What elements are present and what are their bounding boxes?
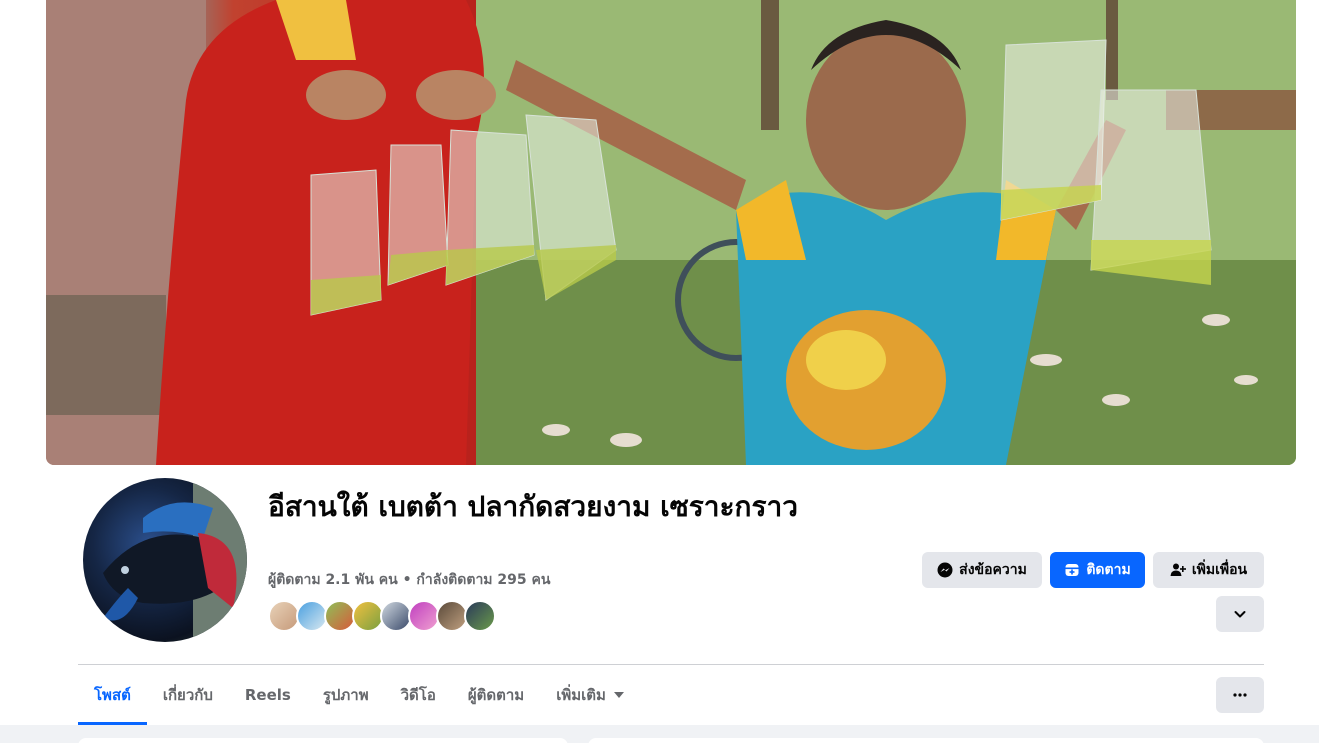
- cover-photo[interactable]: [46, 0, 1296, 465]
- messenger-icon: [937, 562, 953, 578]
- tab-label: เกี่ยวกับ: [162, 686, 213, 704]
- cover-photo-illustration: [46, 0, 1296, 465]
- tab-photos[interactable]: รูปภาพ: [307, 665, 385, 725]
- follower-avatar[interactable]: [464, 600, 496, 632]
- more-options-button[interactable]: [1216, 677, 1264, 713]
- profile-avatar[interactable]: [80, 475, 250, 645]
- tab-videos[interactable]: วิดีโอ: [385, 665, 452, 725]
- tab-posts[interactable]: โพสต์: [78, 665, 147, 725]
- follow-icon: [1065, 564, 1079, 576]
- intro-card-edge: [78, 738, 568, 743]
- betta-fish-avatar-image: [83, 478, 247, 642]
- more-dots-icon: [1233, 693, 1247, 697]
- page-title: อีสานใต้ เบตต้า ปลากัดสวยงาม เซราะกราว: [268, 490, 798, 523]
- expand-button[interactable]: [1216, 596, 1264, 632]
- tab-about[interactable]: เกี่ยวกับ: [147, 665, 229, 725]
- caret-down-icon: [613, 692, 624, 698]
- add-friend-icon: [1170, 563, 1186, 576]
- tab-label: ผู้ติดตาม: [467, 686, 525, 704]
- follow-button-label: ติดตาม: [1086, 561, 1131, 577]
- feed-card-edge: [588, 738, 1264, 743]
- tab-more[interactable]: เพิ่มเติม: [540, 665, 640, 725]
- add-friend-button[interactable]: เพิ่มเพื่อน: [1153, 552, 1264, 588]
- followers-count[interactable]: ผู้ติดตาม 2.1 พัน คน • กำลังติดตาม 295 ค…: [268, 569, 550, 591]
- tab-label: โพสต์: [94, 686, 131, 704]
- message-button-label: ส่งข้อความ: [959, 561, 1027, 577]
- chevron-down-icon: [1234, 611, 1246, 618]
- tab-followers[interactable]: ผู้ติดตาม: [452, 665, 540, 725]
- tab-label: Reels: [244, 686, 291, 704]
- profile-tabs: โพสต์ เกี่ยวกับ Reels รูปภาพ วิดีโอ ผู้ต…: [78, 665, 640, 725]
- tab-label: รูปภาพ: [322, 686, 369, 704]
- tab-label: เพิ่มเติม: [556, 686, 606, 704]
- add-friend-button-label: เพิ่มเพื่อน: [1191, 561, 1248, 577]
- tab-label: วิดีโอ: [400, 686, 436, 704]
- message-button[interactable]: ส่งข้อความ: [922, 552, 1042, 588]
- mutual-follower-avatars[interactable]: [268, 600, 496, 632]
- tab-reels[interactable]: Reels: [229, 665, 307, 725]
- facebook-page-profile: อีสานใต้ เบตต้า ปลากัดสวยงาม เซราะกราว ผ…: [0, 0, 1319, 743]
- follow-button[interactable]: ติดตาม: [1050, 552, 1145, 588]
